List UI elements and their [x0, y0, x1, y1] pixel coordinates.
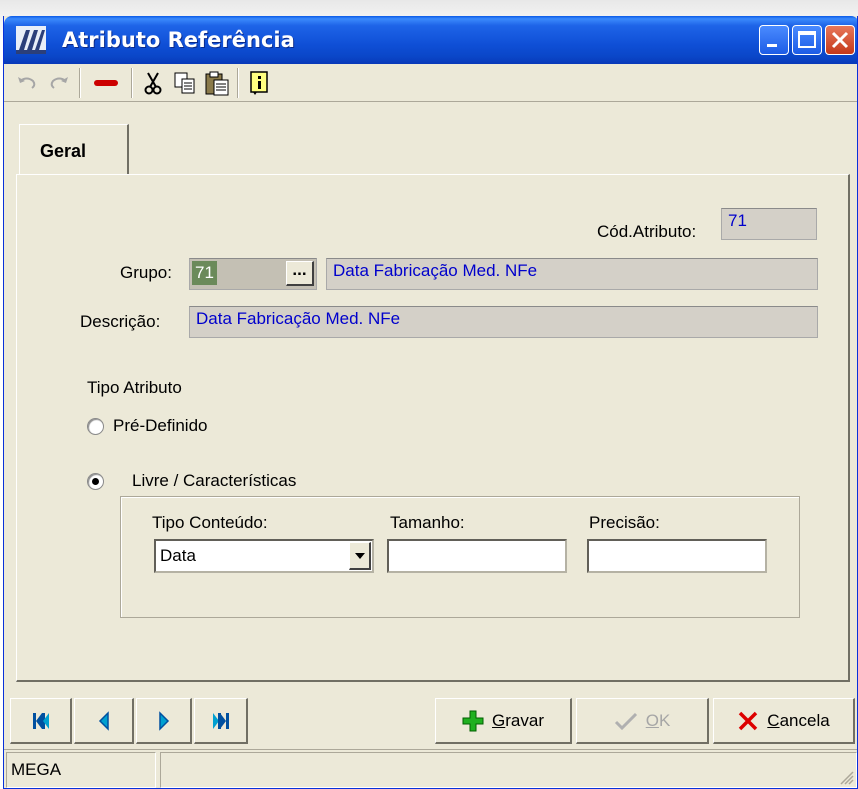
resize-grip-icon[interactable]: [838, 769, 854, 785]
minimize-button[interactable]: [759, 25, 789, 55]
maximize-button[interactable]: [792, 25, 822, 55]
tamanho-input[interactable]: [387, 539, 567, 573]
bottom-bar: Gravar OK Cancela: [4, 682, 857, 746]
last-record-icon: [212, 712, 229, 729]
radio-predefinido-label[interactable]: Pré-Definido: [113, 416, 208, 436]
minus-icon: [94, 80, 118, 86]
chevron-down-icon: [354, 552, 365, 559]
paste-icon: [205, 71, 229, 96]
precisao-input[interactable]: [587, 539, 767, 573]
close-button[interactable]: [825, 25, 855, 55]
scissors-icon: [144, 72, 162, 95]
grupo-lookup-button[interactable]: ...: [286, 261, 314, 286]
paste-button[interactable]: [202, 68, 232, 98]
ellipsis-icon: ...: [292, 260, 307, 279]
tipo-conteudo-select[interactable]: Data: [154, 539, 374, 573]
next-icon: [158, 710, 169, 731]
undo-icon: [18, 77, 36, 89]
gravar-button[interactable]: Gravar: [435, 698, 572, 744]
tab-geral[interactable]: Geral: [19, 124, 129, 174]
last-record-button[interactable]: [194, 698, 248, 744]
cut-button[interactable]: [138, 68, 168, 98]
tipo-atributo-label: Tipo Atributo: [87, 378, 182, 397]
next-record-button[interactable]: [136, 698, 192, 744]
toolbar-separator: [237, 68, 239, 98]
cod-atributo-label: Cód.Atributo:: [597, 222, 697, 241]
precisao-label: Precisão:: [589, 513, 660, 532]
check-icon: [614, 712, 637, 730]
radio-livre[interactable]: [87, 473, 104, 490]
dialog-window: Atributo Referência Geral Cód.Atributo: …: [3, 16, 858, 789]
ok-button[interactable]: OK: [576, 698, 709, 744]
toolbar-separator: [79, 68, 81, 98]
previous-icon: [98, 710, 109, 731]
delete-button[interactable]: [86, 68, 126, 98]
grupo-code-value: 71: [192, 261, 217, 285]
redo-icon: [50, 77, 68, 89]
toolbar: [4, 64, 857, 102]
status-panel: [160, 752, 857, 788]
cancela-button[interactable]: Cancela: [713, 698, 855, 744]
status-text: MEGA: [6, 752, 156, 788]
info-button[interactable]: [244, 68, 274, 98]
grupo-label: Grupo:: [120, 263, 172, 282]
copy-button[interactable]: [170, 68, 200, 98]
maximize-icon: [798, 31, 816, 48]
tamanho-label: Tamanho:: [390, 513, 465, 532]
info-icon: [250, 71, 268, 95]
first-record-icon: [32, 712, 49, 729]
plus-icon: [462, 710, 484, 731]
ok-label: OK: [645, 710, 671, 730]
undo-button[interactable]: [12, 68, 42, 98]
cancela-label: Cancela: [767, 710, 830, 730]
descricao-field[interactable]: Data Fabricação Med. NFe: [189, 306, 818, 338]
cancel-x-icon: [739, 711, 758, 730]
app-logo-icon: [16, 26, 46, 54]
tipo-conteudo-value: Data: [160, 546, 196, 565]
descricao-label: Descrição:: [80, 312, 161, 331]
close-icon: [831, 31, 849, 49]
dropdown-button[interactable]: [349, 542, 371, 570]
gravar-label: Gravar: [492, 710, 544, 730]
previous-record-button[interactable]: [74, 698, 134, 744]
radio-predefinido[interactable]: [87, 418, 104, 435]
radio-livre-label[interactable]: Livre / Características: [128, 471, 301, 491]
redo-button[interactable]: [44, 68, 74, 98]
minimize-icon: [767, 44, 777, 47]
title-bar[interactable]: Atributo Referência: [4, 16, 857, 64]
window-title: Atributo Referência: [62, 28, 295, 52]
toolbar-separator: [131, 68, 133, 98]
cod-atributo-field: 71: [721, 208, 817, 240]
grupo-description-field: Data Fabricação Med. NFe: [326, 258, 818, 290]
copy-icon: [174, 72, 195, 94]
first-record-button[interactable]: [10, 698, 72, 744]
status-bar: MEGA: [4, 749, 857, 788]
tab-geral-label: Geral: [40, 141, 87, 161]
tipo-conteudo-label: Tipo Conteúdo:: [152, 513, 268, 532]
